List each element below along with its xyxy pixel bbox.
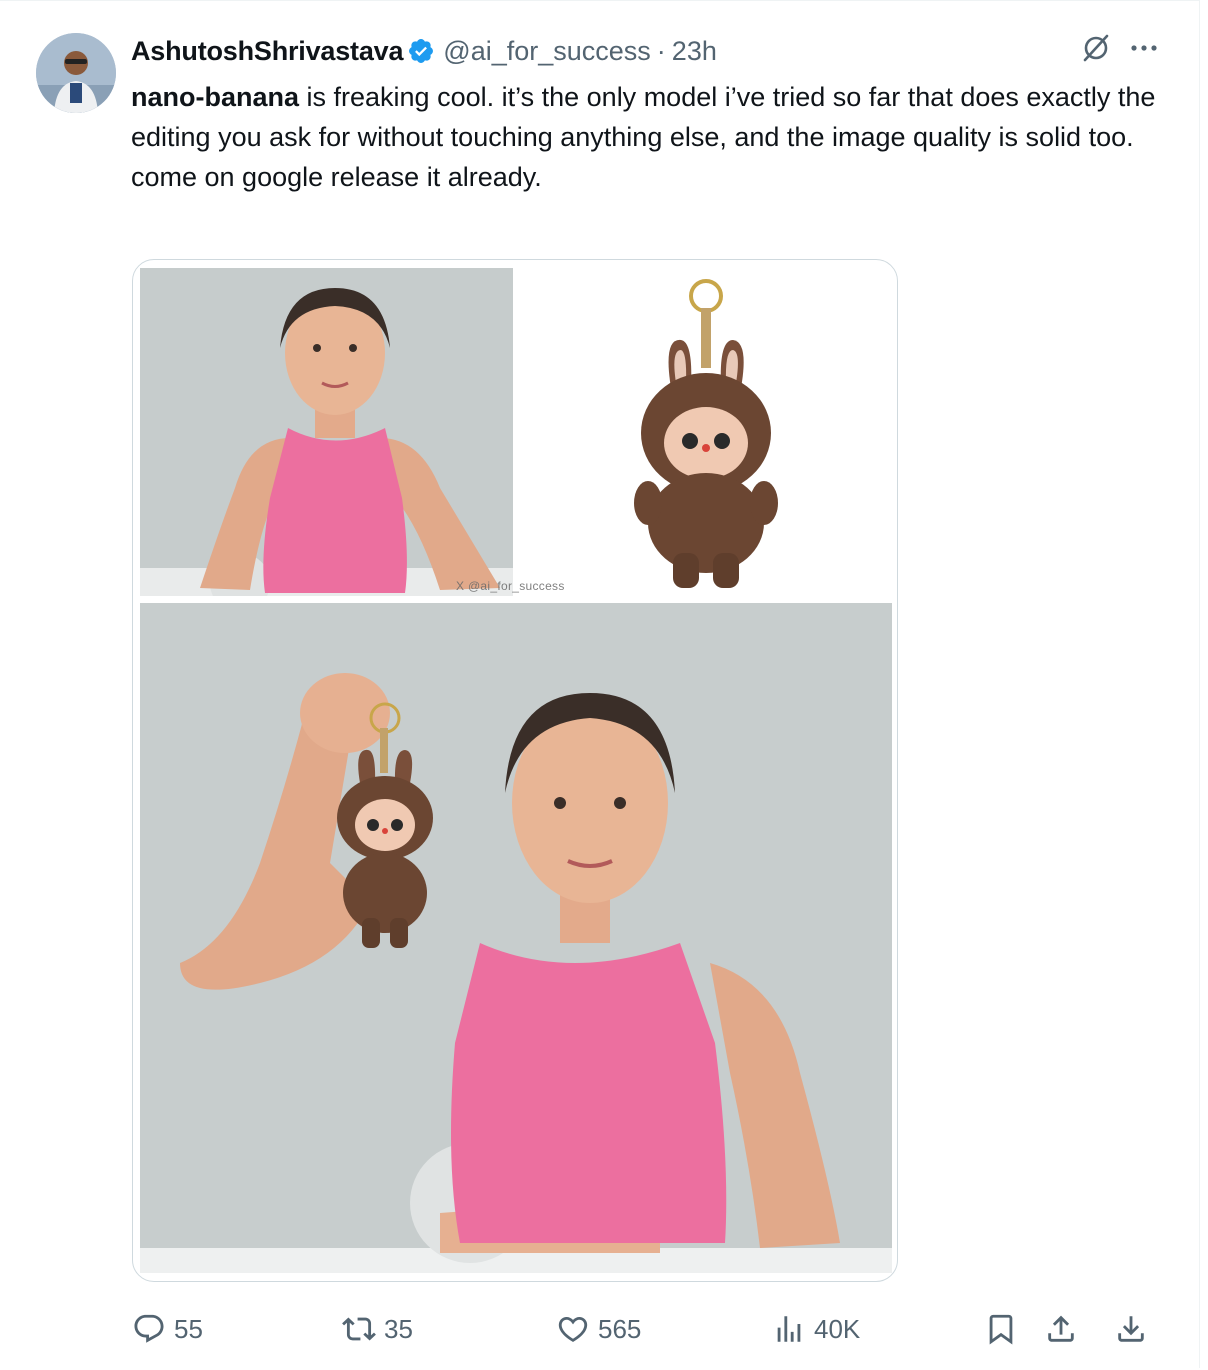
media-watermark: X @ai_for_success	[456, 579, 565, 593]
reply-button[interactable]: 55	[132, 1309, 203, 1349]
verified-badge-icon	[407, 37, 435, 65]
bookmark-button[interactable]	[984, 1309, 1018, 1349]
media-image-woman[interactable]	[140, 268, 513, 596]
reply-count: 55	[174, 1313, 203, 1344]
avatar-photo-icon	[36, 33, 116, 113]
analytics-icon	[777, 1316, 801, 1342]
download-button[interactable]	[1114, 1309, 1148, 1349]
tweet-bold-lead: nano-banana	[131, 82, 300, 112]
author-handle[interactable]: @ai_for_success	[443, 36, 651, 67]
tweet-card: AshutoshShrivastava @ai_for_success · 23…	[0, 0, 1200, 1368]
reply-icon	[134, 1314, 164, 1343]
share-icon	[1048, 1315, 1074, 1342]
header-separator: ·	[656, 35, 666, 66]
download-icon	[1118, 1316, 1144, 1342]
repost-button[interactable]: 35	[342, 1309, 413, 1349]
like-count: 565	[598, 1313, 642, 1344]
bookmark-icon	[989, 1314, 1013, 1345]
share-button[interactable]	[1044, 1309, 1078, 1349]
heart-icon	[558, 1316, 588, 1342]
repost-count: 35	[384, 1313, 413, 1344]
woman-photo-icon	[140, 268, 513, 596]
author-name[interactable]: AshutoshShrivastava	[131, 36, 403, 67]
views-count: 40K	[814, 1313, 861, 1344]
media-image-keychain[interactable]	[513, 268, 892, 596]
action-bar: 55 35 565 40K	[132, 1309, 1162, 1349]
post-time[interactable]: 23h	[672, 36, 717, 67]
plush-keychain-icon	[513, 268, 892, 596]
views-button[interactable]: 40K	[772, 1309, 860, 1349]
like-button[interactable]: 565	[556, 1309, 641, 1349]
tweet-media[interactable]	[132, 259, 898, 1282]
tweet-header: AshutoshShrivastava @ai_for_success · 23…	[131, 31, 1171, 71]
tweet-paragraph-1: nano-banana is freaking cool. it’s the o…	[131, 77, 1171, 157]
avatar[interactable]	[36, 33, 116, 113]
repost-icon	[342, 1317, 376, 1341]
woman-holding-keychain-icon	[140, 603, 892, 1273]
grok-icon[interactable]	[1079, 31, 1113, 65]
media-image-edited[interactable]	[140, 603, 892, 1273]
tweet-paragraph-2: come on google release it already.	[131, 162, 542, 192]
header-actions	[1079, 31, 1161, 65]
more-options-icon[interactable]	[1127, 31, 1161, 65]
tweet-text: nano-banana is freaking cool. it’s the o…	[131, 77, 1171, 197]
